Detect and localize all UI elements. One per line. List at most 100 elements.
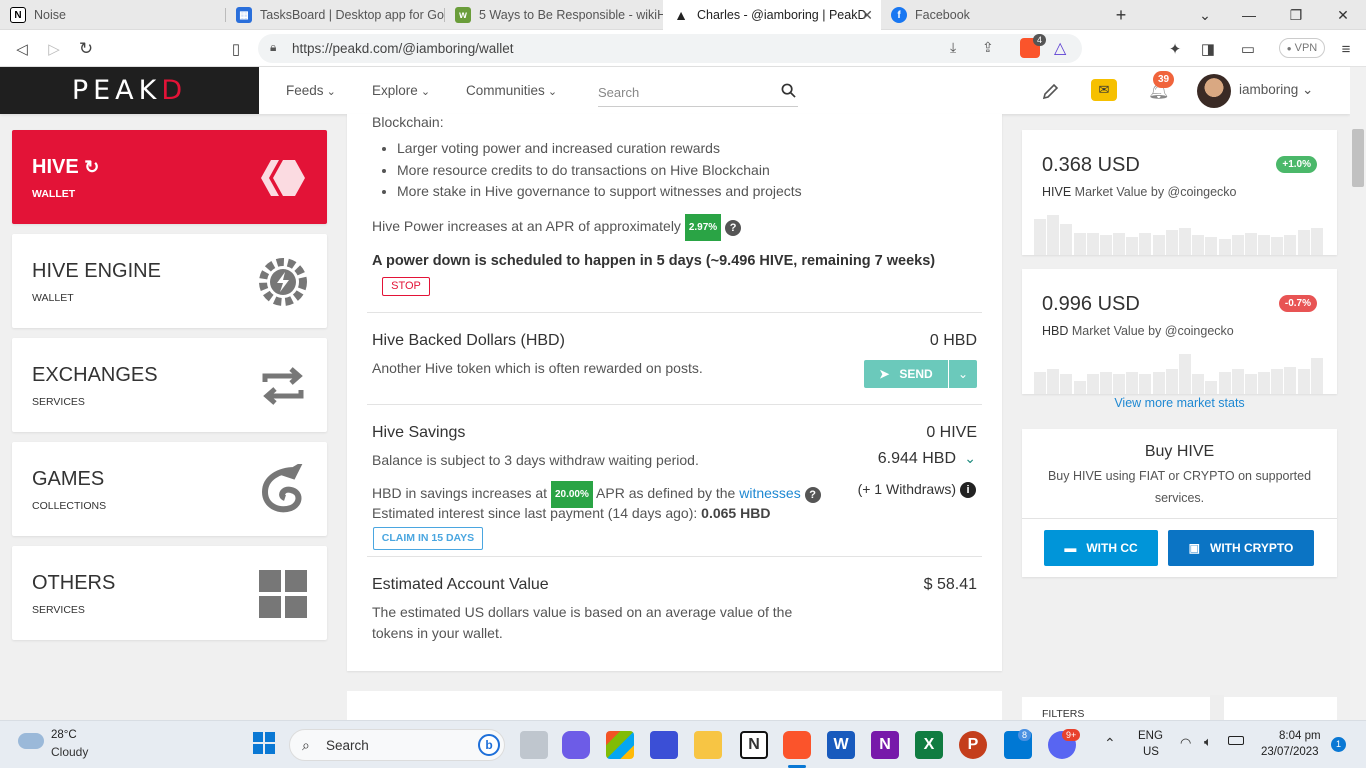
help-icon[interactable]: ? bbox=[804, 486, 821, 503]
sidebar-item-exchanges[interactable]: EXCHANGES SERVICES bbox=[12, 338, 327, 432]
wallet-panel: Blockchain: Larger voting power and incr… bbox=[347, 114, 1002, 671]
bookmark-icon[interactable]: ▯ bbox=[224, 37, 248, 61]
claim-interest-button[interactable]: CLAIM IN 15 DAYS bbox=[373, 527, 483, 550]
savings-title: Hive Savings bbox=[372, 424, 466, 441]
refresh-icon: ↻ bbox=[84, 157, 100, 177]
close-icon[interactable]: ✕ bbox=[861, 7, 873, 24]
language-code[interactable]: ENG bbox=[1138, 730, 1163, 742]
chevron-down-icon[interactable]: ⌄ bbox=[1192, 0, 1218, 30]
avatar[interactable] bbox=[1197, 74, 1231, 108]
minimize-icon[interactable]: — bbox=[1236, 0, 1262, 30]
excel-icon[interactable]: X bbox=[915, 731, 943, 759]
sparkline-bar bbox=[1205, 237, 1218, 255]
username-menu[interactable]: iamboring ⌄ bbox=[1239, 82, 1313, 98]
send-hbd-button[interactable]: ➤ SEND bbox=[864, 360, 948, 388]
download-icon[interactable]: ⤓ bbox=[950, 39, 956, 56]
nav-explore[interactable]: Explore bbox=[372, 83, 430, 98]
savings-hbd-value[interactable]: 6.944 HBD bbox=[878, 450, 956, 468]
tab-wikihow[interactable]: w 5 Ways to Be Responsible - wikiHo bbox=[445, 0, 663, 30]
vpn-button[interactable]: ● VPN bbox=[1279, 38, 1325, 58]
powerpoint-icon[interactable]: P bbox=[959, 731, 987, 759]
sparkline-bar bbox=[1310, 358, 1323, 394]
sidebar-item-hive-wallet[interactable]: HIVE ↻ WALLET bbox=[12, 130, 327, 224]
extensions-icon[interactable]: ✦ bbox=[1163, 37, 1187, 61]
witnesses-link[interactable]: witnesses bbox=[739, 485, 800, 501]
sidebar-item-games[interactable]: GAMES COLLECTIONS bbox=[12, 442, 327, 536]
nav-feeds[interactable]: Feeds bbox=[286, 83, 336, 98]
sparkline-bar bbox=[1113, 373, 1126, 394]
chevron-down-icon[interactable]: ⌄ bbox=[964, 450, 976, 467]
windows-taskbar: 28°C Cloudy ⌕ Search b N W N X P 8 9+ ⌃ … bbox=[0, 720, 1366, 768]
tab-peakd[interactable]: ▲ Charles - @iamboring | PeakD ✕ bbox=[663, 0, 881, 30]
app-badge: 8 bbox=[1018, 729, 1032, 741]
stop-powerdown-button[interactable]: STOP bbox=[382, 277, 430, 296]
share-icon[interactable]: ⇪ bbox=[982, 39, 994, 56]
forward-icon[interactable]: ▷ bbox=[42, 37, 66, 61]
store-icon[interactable] bbox=[606, 731, 634, 759]
sparkline-bar bbox=[1073, 232, 1086, 255]
sidebar-item-hive-engine[interactable]: HIVE ENGINE WALLET bbox=[12, 234, 327, 328]
info-icon[interactable]: i bbox=[960, 482, 976, 498]
brave-rewards-icon[interactable]: △ bbox=[1054, 38, 1066, 58]
market-stats-link[interactable]: View more market stats bbox=[1022, 396, 1337, 410]
volume-icon[interactable]: 🔈︎ bbox=[1204, 734, 1212, 750]
windows-start-icon[interactable] bbox=[252, 731, 280, 759]
buy-with-cc-button[interactable]: ▬ WITH CC bbox=[1044, 530, 1158, 566]
tab-facebook[interactable]: f Facebook bbox=[881, 0, 1099, 30]
file-explorer-icon[interactable] bbox=[694, 731, 722, 759]
search-icon[interactable] bbox=[781, 83, 796, 98]
window-close-icon[interactable]: ✕ bbox=[1330, 0, 1356, 30]
send-options-button[interactable]: ⌄ bbox=[949, 360, 977, 388]
sidebar-icon[interactable]: ◨ bbox=[1196, 37, 1220, 61]
weather-temp[interactable]: 28°C bbox=[51, 729, 77, 741]
url-field[interactable]: 🔒︎ https://peakd.com/@iamboring/wallet ⤓… bbox=[258, 34, 1082, 63]
teams-chat-icon[interactable] bbox=[562, 731, 590, 759]
onenote-icon[interactable]: N bbox=[871, 731, 899, 759]
brave-icon[interactable] bbox=[783, 731, 811, 759]
intro-text: Blockchain: bbox=[372, 114, 444, 130]
battery-icon[interactable] bbox=[1228, 736, 1244, 745]
maximize-icon[interactable]: ❐ bbox=[1283, 0, 1309, 30]
sparkline-bar bbox=[1165, 230, 1178, 255]
new-tab-icon[interactable]: + bbox=[1108, 0, 1134, 30]
search-input[interactable]: Search bbox=[598, 75, 798, 107]
brave-shield-icon[interactable]: 4 bbox=[1020, 34, 1046, 58]
page-scrollbar[interactable] bbox=[1350, 67, 1366, 720]
vpn-label: VPN bbox=[1294, 42, 1318, 54]
rewards-icon[interactable]: ✉ bbox=[1091, 79, 1117, 101]
reload-icon[interactable]: ↻ bbox=[74, 37, 98, 61]
scrollbar-thumb[interactable] bbox=[1352, 129, 1364, 187]
pencil-icon[interactable] bbox=[1042, 82, 1060, 100]
benefits-list: Larger voting power and increased curati… bbox=[397, 138, 802, 203]
filters-scrollbar[interactable] bbox=[1210, 695, 1224, 720]
hive-icon bbox=[261, 160, 305, 196]
word-icon[interactable]: W bbox=[827, 731, 855, 759]
wallet-icon: ▣ bbox=[1188, 541, 1200, 555]
peakd-logo[interactable]: PEAK D bbox=[0, 67, 259, 114]
nav-communities[interactable]: Communities bbox=[466, 83, 557, 98]
sparkline-bar bbox=[1179, 353, 1191, 394]
withdraws-text: (+ 1 Withdraws) bbox=[857, 481, 956, 497]
notification-badge: 39 bbox=[1153, 71, 1175, 88]
chevron-up-icon[interactable]: ⌃ bbox=[1104, 735, 1116, 752]
tab-tasksboard[interactable]: ▦ TasksBoard | Desktop app for Goo bbox=[226, 0, 444, 30]
search-placeholder: Search bbox=[598, 85, 640, 100]
notification-center-badge[interactable]: 1 bbox=[1331, 737, 1346, 752]
taskbar-search[interactable]: ⌕ Search b bbox=[289, 729, 505, 761]
clock-time[interactable]: 8:04 pm bbox=[1279, 730, 1321, 742]
notion-icon[interactable]: N bbox=[740, 731, 768, 759]
hive-sparkline bbox=[1034, 210, 1324, 255]
buy-with-crypto-button[interactable]: ▣ WITH CRYPTO bbox=[1168, 530, 1314, 566]
sidebar-item-others[interactable]: OTHERS SERVICES bbox=[12, 546, 327, 640]
tab-noise[interactable]: N Noise bbox=[0, 0, 225, 30]
app-icon[interactable] bbox=[650, 731, 678, 759]
sparkline-bar bbox=[1139, 373, 1152, 394]
region-code: US bbox=[1143, 746, 1159, 758]
menu-icon[interactable]: ≡ bbox=[1334, 37, 1358, 61]
task-view-icon[interactable] bbox=[520, 731, 548, 759]
sparkline-bar bbox=[1218, 371, 1231, 394]
back-icon[interactable]: ◁ bbox=[10, 37, 34, 61]
wallet-icon[interactable]: ▭ bbox=[1236, 37, 1260, 61]
wifi-icon[interactable]: ◠ bbox=[1180, 735, 1191, 751]
help-icon[interactable]: ? bbox=[725, 219, 742, 236]
